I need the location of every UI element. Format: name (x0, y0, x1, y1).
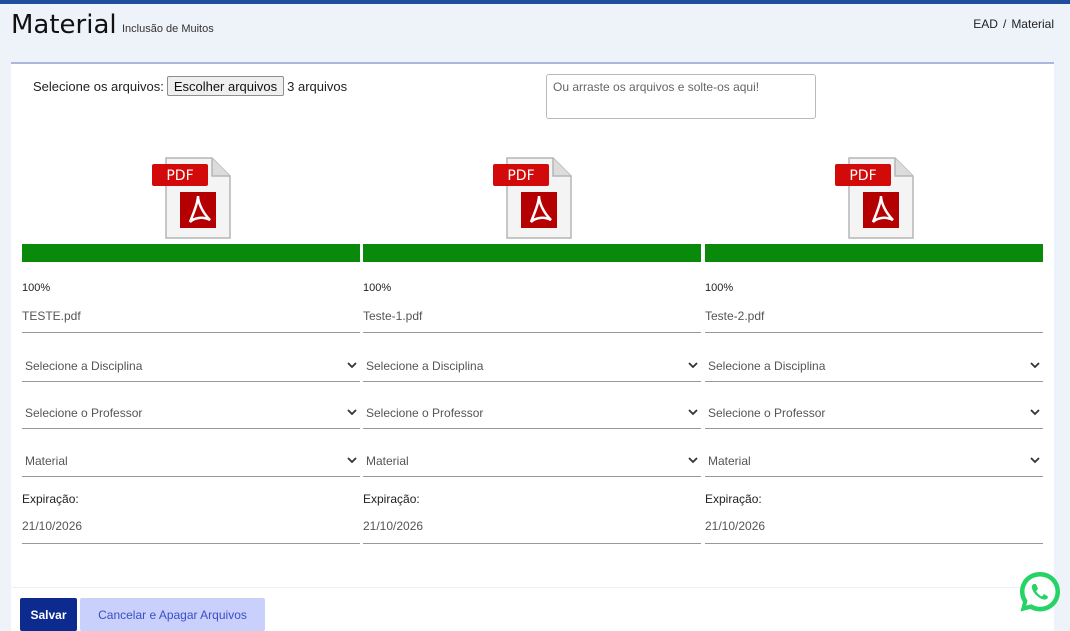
professor-select-value: Selecione o Professor (366, 406, 484, 420)
pdf-icon-label: PDF (166, 168, 193, 184)
footer-divider (11, 587, 1054, 588)
save-button[interactable]: Salvar (20, 598, 77, 631)
choose-files-button[interactable]: Escolher arquivos (166, 76, 285, 96)
upload-progress-bar (22, 244, 360, 262)
file-name-field[interactable]: TESTE.pdf (22, 306, 360, 333)
upload-progress-fill (22, 244, 360, 262)
pdf-icon: PDF (152, 157, 231, 239)
disciplina-select[interactable]: Selecione a Disciplina (363, 354, 701, 382)
file-count-status: 3 arquivos (287, 78, 348, 94)
disciplina-select-value: Selecione a Disciplina (708, 359, 826, 373)
tipo-select-value: Material (366, 454, 409, 468)
page-title: Material (11, 10, 117, 40)
upload-progress-fill (705, 244, 1043, 262)
pdf-icon: PDF (835, 157, 914, 239)
pdf-icon-label: PDF (849, 168, 876, 184)
upload-progress-bar (705, 244, 1043, 262)
chevron-down-icon (347, 362, 357, 369)
pdf-icon-label: PDF (507, 168, 534, 184)
chevron-down-icon (1030, 457, 1040, 464)
drop-zone[interactable]: Ou arraste os arquivos e solte-os aqui! (546, 74, 816, 119)
whatsapp-icon[interactable] (1018, 570, 1062, 614)
expiracao-date-field[interactable]: 21/10/2026 (363, 515, 701, 544)
disciplina-select[interactable]: Selecione a Disciplina (22, 354, 360, 382)
chevron-down-icon (688, 409, 698, 416)
page-subtitle: Inclusão de Muitos (122, 23, 214, 35)
expiracao-label: Expiração: (363, 492, 420, 506)
upload-card: Selecione os arquivos: Escolher arquivos… (11, 62, 1054, 631)
professor-select[interactable]: Selecione o Professor (363, 401, 701, 429)
breadcrumb-separator: / (1002, 17, 1007, 31)
breadcrumb-item-material: Material (1011, 17, 1054, 31)
expiracao-label: Expiração: (22, 492, 79, 506)
expiracao-date-field[interactable]: 21/10/2026 (705, 515, 1043, 544)
professor-select[interactable]: Selecione o Professor (705, 401, 1043, 429)
tipo-select[interactable]: Material (363, 449, 701, 477)
disciplina-select[interactable]: Selecione a Disciplina (705, 354, 1043, 382)
tipo-select-value: Material (708, 454, 751, 468)
chevron-down-icon (347, 409, 357, 416)
cancel-delete-files-button[interactable]: Cancelar e Apagar Arquivos (80, 598, 265, 631)
upload-progress-fill (363, 244, 701, 262)
page-header: Material Inclusão de Muitos EAD / Material (0, 4, 1070, 62)
upload-progress-label: 100% (705, 282, 734, 294)
chevron-down-icon (688, 457, 698, 464)
upload-progress-label: 100% (363, 282, 392, 294)
disciplina-select-value: Selecione a Disciplina (25, 359, 143, 373)
tipo-select[interactable]: Material (22, 449, 360, 477)
chevron-down-icon (688, 362, 698, 369)
chevron-down-icon (347, 457, 357, 464)
tipo-select-value: Material (25, 454, 68, 468)
file-select-row: Selecione os arquivos: Escolher arquivos… (33, 76, 347, 96)
file-name-field[interactable]: Teste-1.pdf (363, 306, 701, 333)
upload-progress-label: 100% (22, 282, 51, 294)
expiracao-date-field[interactable]: 21/10/2026 (22, 515, 360, 544)
disciplina-select-value: Selecione a Disciplina (366, 359, 484, 373)
file-select-label: Selecione os arquivos: (33, 78, 164, 94)
professor-select-value: Selecione o Professor (25, 406, 143, 420)
file-name-field[interactable]: Teste-2.pdf (705, 306, 1043, 333)
chevron-down-icon (1030, 362, 1040, 369)
professor-select-value: Selecione o Professor (708, 406, 826, 420)
pdf-icon: PDF (493, 157, 572, 239)
chevron-down-icon (1030, 409, 1040, 416)
breadcrumb: EAD / Material (973, 17, 1054, 31)
tipo-select[interactable]: Material (705, 449, 1043, 477)
professor-select[interactable]: Selecione o Professor (22, 401, 360, 429)
upload-progress-bar (363, 244, 701, 262)
breadcrumb-item-ead[interactable]: EAD (973, 17, 998, 31)
expiracao-label: Expiração: (705, 492, 762, 506)
